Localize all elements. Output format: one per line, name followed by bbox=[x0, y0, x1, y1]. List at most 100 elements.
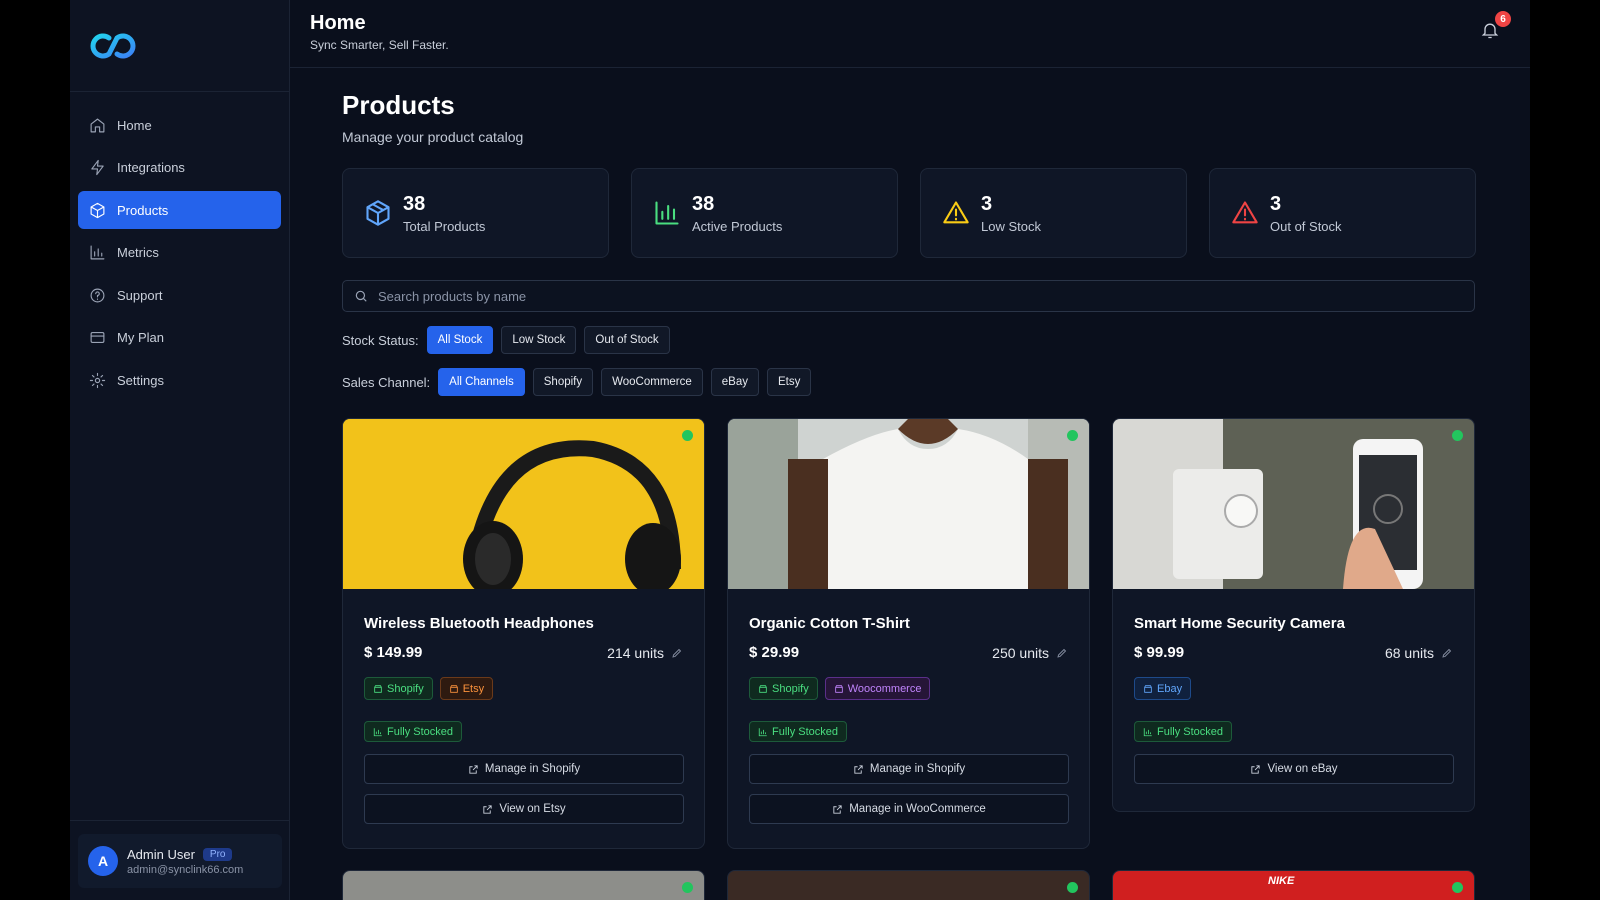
bolt-icon bbox=[91, 159, 104, 176]
sidebar-item-settings[interactable]: Settings bbox=[78, 361, 281, 399]
manage-in-shopify-button[interactable]: Manage in Shopify bbox=[749, 754, 1069, 784]
channel-tag-label: Ebay bbox=[1157, 682, 1183, 695]
filter-etsy[interactable]: Etsy bbox=[767, 368, 812, 396]
store-icon bbox=[834, 684, 843, 693]
product-image bbox=[343, 419, 704, 589]
sidebar-item-my-plan[interactable]: My Plan bbox=[78, 319, 281, 357]
edit-pencil-icon[interactable] bbox=[671, 647, 683, 659]
filter-out-of-stock[interactable]: Out of Stock bbox=[584, 326, 670, 354]
edit-pencil-icon[interactable] bbox=[1056, 647, 1068, 659]
manage-in-woocommerce-button[interactable]: Manage in WooCommerce bbox=[749, 794, 1069, 824]
sidebar-item-metrics[interactable]: Metrics bbox=[78, 234, 281, 272]
active-status-dot bbox=[682, 430, 693, 441]
edit-pencil-icon[interactable] bbox=[1441, 647, 1453, 659]
product-image bbox=[728, 419, 1089, 589]
button-label: Manage in Shopify bbox=[869, 763, 966, 775]
product-price: $ 149.99 bbox=[364, 644, 423, 661]
stat-value: 3 bbox=[1270, 192, 1282, 215]
filter-woocommerce[interactable]: WooCommerce bbox=[601, 368, 703, 396]
product-image bbox=[1113, 419, 1474, 589]
product-units: 68 units bbox=[1385, 645, 1453, 661]
header-subtitle: Sync Smarter, Sell Faster. bbox=[310, 38, 449, 52]
product-card-partial[interactable]: NIKE bbox=[1112, 870, 1475, 900]
units-value: 214 units bbox=[607, 644, 664, 661]
stock-status-label: Fully Stocked bbox=[387, 725, 454, 738]
app-window: Home Integrations Products Metrics Suppo… bbox=[70, 0, 1530, 900]
brand-label: NIKE bbox=[1268, 875, 1295, 887]
product-card[interactable]: Smart Home Security Camera $ 99.99 68 un… bbox=[1112, 418, 1475, 812]
channel-tag-etsy: Etsy bbox=[439, 677, 494, 700]
filter-label: Stock Status: bbox=[342, 332, 419, 348]
sidebar-item-home[interactable]: Home bbox=[78, 106, 281, 144]
product-name: Organic Cotton T-Shirt bbox=[749, 615, 910, 632]
stat-label: Low Stock bbox=[981, 218, 1041, 234]
bar-chart-icon bbox=[655, 201, 679, 225]
user-name: Admin User bbox=[127, 846, 195, 862]
view-on-ebay-button[interactable]: View on eBay bbox=[1134, 754, 1454, 784]
channel-tag-label: Shopify bbox=[387, 682, 424, 695]
active-status-dot bbox=[682, 882, 693, 893]
filter-shopify[interactable]: Shopify bbox=[532, 368, 594, 396]
filter-all-channels[interactable]: All Channels bbox=[438, 368, 525, 396]
stat-value: 38 bbox=[692, 192, 715, 215]
active-status-dot bbox=[1452, 882, 1463, 893]
external-link-icon bbox=[1251, 764, 1261, 774]
stat-label: Total Products bbox=[403, 218, 486, 234]
channel-tag-label: Etsy bbox=[462, 682, 485, 695]
page-subtitle: Manage your product catalog bbox=[342, 129, 524, 145]
notification-badge: 6 bbox=[1495, 11, 1511, 27]
tshirt-image bbox=[728, 419, 1089, 589]
active-status-dot bbox=[1067, 882, 1078, 893]
user-card[interactable]: A Admin User Pro admin@synclink66.com bbox=[78, 834, 282, 888]
channel-tags: Shopify Woocommerce bbox=[749, 677, 1068, 700]
channel-tag-ebay: Ebay bbox=[1134, 677, 1192, 700]
manage-in-shopify-button[interactable]: Manage in Shopify bbox=[364, 754, 684, 784]
user-email: admin@synclink66.com bbox=[127, 863, 244, 876]
stat-value: 38 bbox=[403, 192, 426, 215]
product-units: 214 units bbox=[607, 645, 683, 661]
sidebar-item-products[interactable]: Products bbox=[78, 191, 281, 229]
sidebar-item-support[interactable]: Support bbox=[78, 276, 281, 314]
avatar: A bbox=[88, 846, 118, 876]
product-name: Smart Home Security Camera bbox=[1134, 615, 1345, 632]
box-icon bbox=[366, 200, 390, 226]
notifications-button[interactable]: 6 bbox=[1480, 11, 1511, 42]
filter-all-stock[interactable]: All Stock bbox=[426, 326, 494, 354]
channel-tag-label: Shopify bbox=[772, 682, 809, 695]
view-on-etsy-button[interactable]: View on Etsy bbox=[364, 794, 684, 824]
warning-icon bbox=[943, 201, 969, 224]
stat-label: Out of Stock bbox=[1270, 218, 1342, 234]
stock-status-badge: Fully Stocked bbox=[1134, 721, 1233, 742]
product-card[interactable]: Wireless Bluetooth Headphones $ 149.99 2… bbox=[342, 418, 705, 849]
sidebar-item-label: Support bbox=[117, 287, 163, 303]
bar-chart-icon bbox=[90, 245, 105, 260]
sidebar-item-integrations[interactable]: Integrations bbox=[78, 149, 281, 187]
stat-value: 3 bbox=[981, 192, 993, 215]
top-bar: Home Sync Smarter, Sell Faster. 6 bbox=[290, 0, 1530, 68]
box-icon bbox=[90, 202, 105, 218]
channel-tag-shopify: Shopify bbox=[749, 677, 818, 700]
filter-low-stock[interactable]: Low Stock bbox=[501, 326, 577, 354]
stock-status-filter: Stock Status: All Stock Low Stock Out of… bbox=[342, 326, 1478, 354]
button-label: Manage in Shopify bbox=[484, 763, 581, 775]
stat-low-stock: 3 Low Stock bbox=[920, 168, 1187, 258]
channel-tag-woocommerce: Woocommerce bbox=[824, 677, 931, 700]
product-card[interactable]: Organic Cotton T-Shirt $ 29.99 250 units… bbox=[727, 418, 1090, 849]
filter-ebay[interactable]: eBay bbox=[710, 368, 759, 396]
product-card-partial[interactable] bbox=[727, 870, 1090, 900]
store-icon bbox=[759, 684, 767, 693]
bar-chart-icon bbox=[1143, 727, 1152, 736]
product-card-partial[interactable] bbox=[342, 870, 705, 900]
product-grid: Wireless Bluetooth Headphones $ 149.99 2… bbox=[342, 418, 1478, 849]
sidebar-item-label: Integrations bbox=[117, 160, 185, 175]
search-bar bbox=[342, 280, 1475, 312]
home-icon bbox=[90, 118, 105, 132]
units-value: 68 units bbox=[1384, 644, 1434, 661]
units-value: 250 units bbox=[992, 644, 1049, 661]
logo[interactable] bbox=[70, 0, 289, 92]
stock-status-label: Fully Stocked bbox=[772, 725, 839, 738]
external-link-icon bbox=[854, 764, 863, 774]
plan-badge: Pro bbox=[202, 847, 233, 861]
active-status-dot bbox=[1452, 430, 1463, 441]
search-input[interactable] bbox=[378, 288, 1378, 304]
